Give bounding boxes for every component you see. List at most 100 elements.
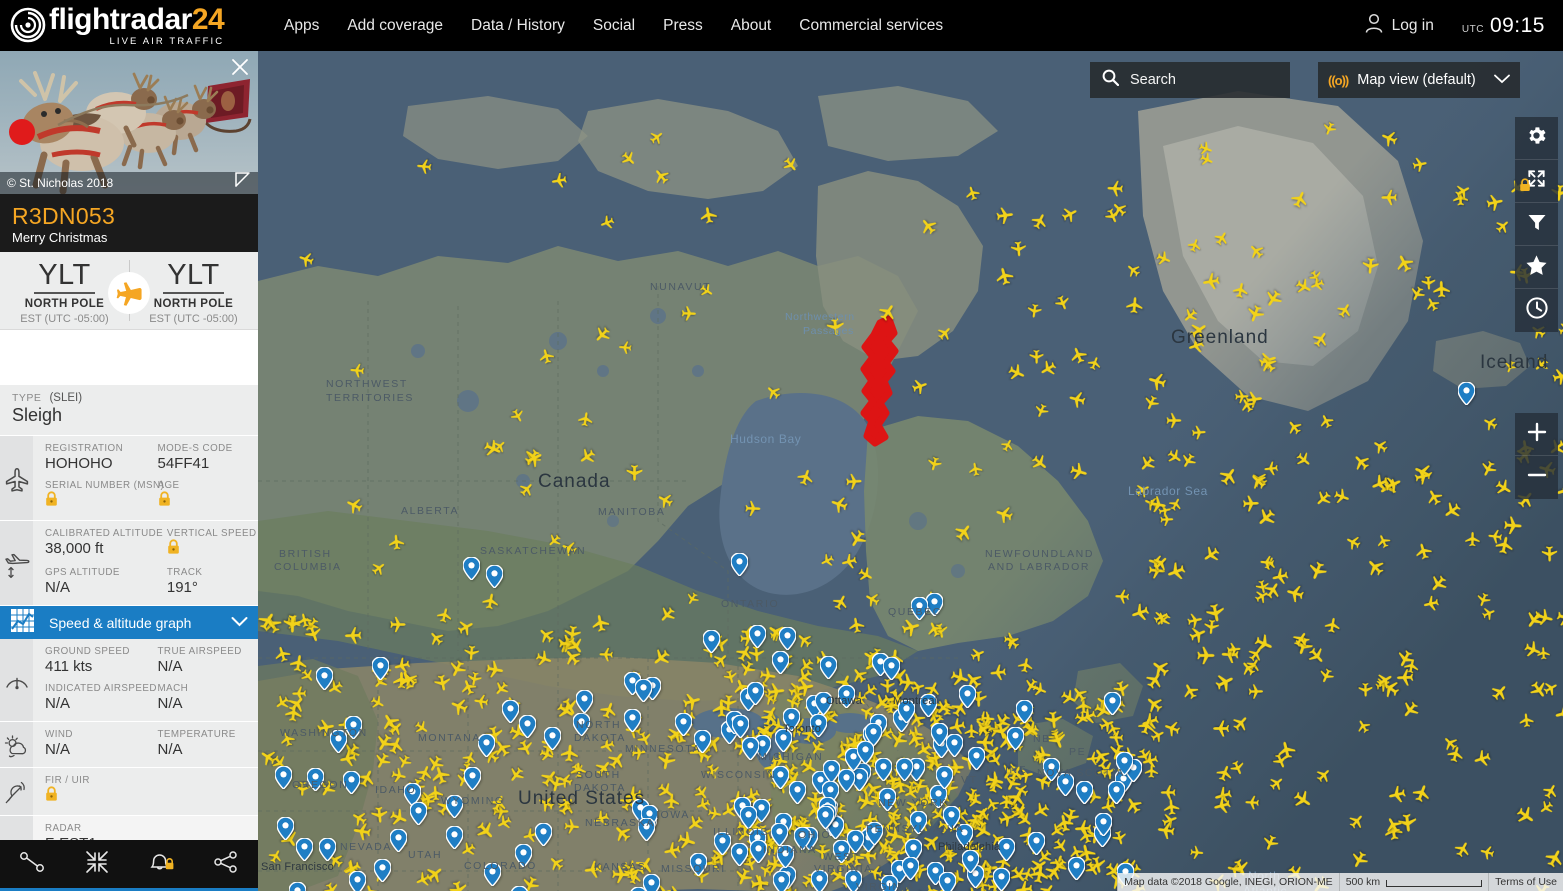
aircraft-marker[interactable] — [1360, 255, 1380, 275]
aircraft-marker[interactable] — [967, 461, 985, 479]
airport-marker[interactable] — [1458, 381, 1476, 405]
map-area[interactable]: NUNAVUT NORTHWEST TERRITORIES Northwestern P… — [258, 51, 1563, 891]
close-icon[interactable] — [230, 57, 250, 77]
aircraft-marker[interactable] — [1411, 465, 1433, 487]
aircraft-marker[interactable] — [343, 625, 363, 645]
lock-icon[interactable] — [158, 491, 171, 512]
airport-marker[interactable] — [793, 826, 811, 850]
aircraft-marker[interactable] — [1190, 424, 1207, 441]
aircraft-marker[interactable] — [283, 703, 304, 724]
airport-marker[interactable] — [961, 849, 979, 873]
airport-marker[interactable] — [775, 728, 793, 752]
collapse-tool[interactable] — [65, 840, 130, 888]
airport-marker[interactable] — [511, 885, 529, 891]
airport-marker[interactable] — [945, 734, 963, 758]
airport-marker[interactable] — [371, 657, 389, 681]
airport-marker[interactable] — [816, 805, 834, 829]
aircraft-marker[interactable] — [744, 499, 762, 517]
aircraft-marker[interactable] — [576, 410, 595, 429]
aircraft-marker[interactable] — [610, 863, 631, 884]
airport-marker[interactable] — [702, 630, 720, 654]
airport-marker[interactable] — [865, 821, 883, 845]
airport-marker[interactable] — [295, 837, 313, 861]
airport-marker[interactable] — [746, 681, 764, 705]
airport-marker[interactable] — [810, 714, 828, 738]
airport-marker[interactable] — [789, 781, 807, 805]
aircraft-marker[interactable] — [993, 205, 1015, 227]
aircraft-marker[interactable] — [1189, 844, 1205, 860]
aircraft-marker[interactable] — [1165, 411, 1182, 428]
nav-add-coverage[interactable]: Add coverage — [333, 0, 457, 51]
airport-marker[interactable] — [920, 693, 938, 717]
airport-marker[interactable] — [910, 597, 928, 621]
airport-marker[interactable] — [777, 845, 795, 869]
airport-marker[interactable] — [1007, 727, 1025, 751]
lock-icon[interactable] — [45, 786, 58, 807]
aircraft-marker[interactable] — [988, 663, 1008, 683]
playback-button[interactable] — [1515, 289, 1558, 332]
airport-marker[interactable] — [815, 691, 833, 715]
airport-marker[interactable] — [896, 758, 914, 782]
airport-marker[interactable] — [1108, 781, 1126, 805]
airport-marker[interactable] — [897, 700, 915, 724]
airport-marker[interactable] — [319, 838, 337, 861]
lock-icon[interactable] — [167, 539, 180, 560]
airport-marker[interactable] — [875, 758, 893, 782]
aircraft-marker[interactable] — [1241, 494, 1260, 513]
nav-press[interactable]: Press — [649, 0, 717, 51]
aircraft-marker[interactable] — [1147, 494, 1169, 516]
aircraft-marker[interactable] — [483, 658, 506, 681]
aircraft-marker[interactable] — [291, 686, 308, 703]
fullscreen-button[interactable] — [1515, 160, 1558, 203]
search-input[interactable]: Search — [1090, 62, 1290, 98]
airport-marker[interactable] — [315, 666, 333, 690]
airport-marker[interactable] — [730, 843, 748, 867]
aircraft-marker[interactable] — [388, 615, 406, 633]
airport-marker[interactable] — [943, 806, 961, 830]
airport-marker[interactable] — [732, 715, 750, 739]
login-button[interactable]: Log in — [1364, 13, 1434, 39]
airport-marker[interactable] — [1016, 699, 1034, 723]
airport-marker[interactable] — [519, 714, 537, 738]
aircraft-marker[interactable] — [1357, 681, 1373, 697]
airport-marker[interactable] — [634, 678, 652, 702]
route-tool[interactable] — [0, 840, 65, 888]
aircraft-marker[interactable] — [942, 848, 958, 864]
airport-marker[interactable] — [883, 656, 901, 680]
aircraft-marker[interactable] — [1025, 302, 1043, 320]
aircraft-marker[interactable] — [764, 681, 786, 703]
airport-marker[interactable] — [1068, 856, 1086, 880]
airport-marker[interactable] — [820, 656, 838, 680]
aircraft-marker[interactable] — [1114, 588, 1131, 605]
airport-marker[interactable] — [477, 734, 495, 758]
aircraft-marker[interactable] — [1200, 270, 1222, 292]
airport-marker[interactable] — [958, 685, 976, 708]
airport-marker[interactable] — [838, 684, 856, 708]
airport-marker[interactable] — [778, 626, 796, 650]
airport-marker[interactable] — [925, 592, 943, 616]
airport-marker[interactable] — [576, 689, 594, 713]
aircraft-marker[interactable] — [844, 472, 863, 491]
aircraft-marker[interactable] — [1380, 189, 1398, 207]
airport-marker[interactable] — [837, 768, 855, 792]
airport-marker[interactable] — [573, 712, 591, 736]
airport-marker[interactable] — [345, 716, 363, 740]
airport-marker[interactable] — [289, 882, 307, 891]
aircraft-marker[interactable] — [599, 646, 615, 662]
airport-marker[interactable] — [690, 853, 707, 877]
airport-marker[interactable] — [445, 825, 463, 849]
airport-marker[interactable] — [643, 873, 661, 891]
aircraft-marker[interactable] — [1212, 719, 1231, 738]
aircraft-marker[interactable] — [415, 157, 433, 175]
airport-marker[interactable] — [1116, 752, 1134, 776]
airport-marker[interactable] — [935, 766, 953, 790]
airport-marker[interactable] — [1043, 758, 1061, 782]
airport-marker[interactable] — [748, 625, 766, 649]
airport-marker[interactable] — [910, 810, 928, 834]
aircraft-marker[interactable] — [1263, 460, 1281, 478]
airport-marker[interactable] — [878, 787, 896, 811]
aircraft-marker[interactable] — [698, 204, 720, 226]
aircraft-marker[interactable] — [625, 463, 644, 482]
airport-marker[interactable] — [1075, 780, 1093, 804]
aircraft-marker[interactable] — [1108, 729, 1125, 746]
